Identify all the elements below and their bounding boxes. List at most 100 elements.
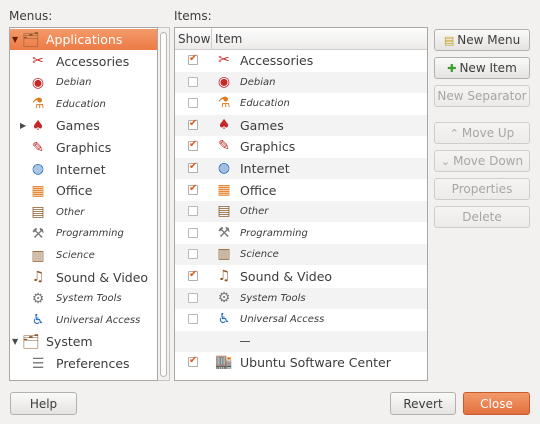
menu-tree-item-label: Sound & Video (56, 269, 149, 285)
item-label: Science (240, 249, 279, 261)
menu-tree-item-label: Universal Access (56, 314, 141, 326)
sound-video-icon: ♫ (31, 269, 45, 286)
separator-row[interactable] (175, 330, 427, 352)
menus-scrollbar[interactable] (158, 27, 170, 381)
item-label: Graphics (240, 139, 296, 155)
menu-tree-item-label: Accessories (56, 53, 130, 69)
move-up-label: Move Up (461, 126, 515, 140)
move-down-button[interactable]: ⌄ Move Down (434, 150, 530, 172)
item-row-graphics[interactable]: ✎ Graphics (175, 136, 427, 157)
show-checkbox[interactable] (188, 206, 198, 217)
menu-tree-item-games[interactable]: ▶ ♠ Games (10, 115, 157, 136)
item-row-other[interactable]: ▤ Other (175, 201, 427, 223)
show-checkbox[interactable] (188, 314, 198, 325)
show-checkbox[interactable] (188, 269, 198, 281)
item-label: Universal Access (240, 314, 325, 326)
menu-tree-item-label: Graphics (56, 140, 112, 155)
item-label: Internet (240, 161, 290, 176)
item-row-debian[interactable]: ◉ Debian (175, 71, 427, 93)
menu-tree-item-debian[interactable]: ◉ Debian (10, 72, 157, 93)
menu-tree-item-graphics[interactable]: ✎ Graphics (10, 137, 157, 158)
item-row-universal-access[interactable]: ♿ Universal Access (175, 309, 427, 330)
show-checkbox[interactable] (188, 249, 198, 260)
office-icon: ▦ (217, 181, 231, 198)
item-row-office[interactable]: ▦ Office (175, 180, 427, 201)
items-label: Items: (174, 9, 212, 23)
new-menu-icon: ▤ (443, 33, 455, 47)
item-row-system-tools[interactable]: ⚙ System Tools (175, 287, 427, 309)
collapse-arrow-icon[interactable]: ▼ (12, 337, 20, 346)
menu-tree-item-system[interactable]: ▼ 🗂 System (10, 331, 157, 352)
universal-access-icon: ♿ (31, 312, 45, 329)
science-icon: ▥ (217, 246, 231, 263)
menu-tree-item-other[interactable]: ▤ Other (10, 202, 157, 223)
show-checkbox[interactable] (188, 118, 198, 130)
show-checkbox[interactable] (188, 76, 198, 87)
show-checkbox[interactable] (188, 227, 198, 238)
menu-tree-item-preferences[interactable]: ☰ Preferences (10, 353, 157, 374)
menu-tree-item-programming[interactable]: ⚒ Programming (10, 223, 157, 244)
move-up-button[interactable]: ⌃ Move Up (434, 122, 530, 144)
separator-line (240, 340, 250, 342)
show-checkbox[interactable] (188, 292, 198, 303)
item-row-education[interactable]: ⚗ Education (175, 93, 427, 114)
item-row-programming[interactable]: ⚒ Programming (175, 223, 427, 244)
item-label: Programming (240, 227, 308, 239)
item-row-games[interactable]: ♠ Games (175, 114, 427, 136)
menu-tree-item-universal-access[interactable]: ♿ Universal Access (10, 310, 157, 331)
item-row-science[interactable]: ▥ Science (175, 244, 427, 266)
item-label: Sound & Video (240, 269, 333, 284)
show-checkbox[interactable] (188, 98, 198, 109)
menu-tree-item-label: Education (56, 98, 106, 110)
show-checkbox[interactable] (188, 139, 198, 152)
item-row-accessories[interactable]: ✂ Accessories (175, 50, 427, 71)
menu-tree-item-office[interactable]: ▦ Office (10, 180, 157, 201)
office-icon: ▦ (31, 182, 45, 199)
menu-tree-item-label: Debian (56, 77, 92, 89)
menus-tree[interactable]: ▼ 🗂 Applications ✂ Accessories ◉ Debian ⚗ Educat… (9, 27, 158, 381)
delete-button[interactable]: Delete (434, 206, 530, 228)
properties-button[interactable]: Properties (434, 178, 530, 200)
debian-icon: ◉ (31, 74, 45, 91)
menu-tree-item-label: Programming (56, 228, 124, 240)
accessories-icon: ✂ (218, 52, 230, 68)
items-list[interactable]: Show Item ✂ Accessories ◉ Debian ⚗ Education ♠… (174, 27, 428, 381)
new-separator-button[interactable]: New Separator (434, 85, 530, 107)
item-column-header[interactable]: Item (212, 28, 427, 50)
menu-tree-item-science[interactable]: ▥ Science (10, 245, 157, 266)
menus-scrollbar-thumb[interactable] (160, 32, 167, 377)
sound-video-icon: ♫ (217, 268, 231, 284)
item-row-ubuntu-software-center[interactable]: 🏬 Ubuntu Software Center (175, 352, 427, 373)
up-arrow-icon: ⌃ (449, 126, 459, 140)
item-row-internet[interactable]: ◍ Internet (175, 158, 427, 179)
move-down-label: Move Down (453, 154, 524, 168)
menu-tree-item-internet[interactable]: ◍ Internet (10, 159, 157, 180)
revert-button[interactable]: Revert (390, 392, 456, 415)
menu-tree-item-education[interactable]: ⚗ Education (10, 94, 157, 115)
menu-tree-item-accessories[interactable]: ✂ Accessories (10, 51, 157, 72)
system-tools-icon: ⚙ (31, 290, 45, 307)
show-checkbox[interactable] (188, 183, 198, 195)
item-label: Accessories (240, 53, 314, 68)
item-label: Ubuntu Software Center (240, 355, 391, 371)
other-icon: ▤ (31, 204, 45, 221)
collapse-arrow-icon[interactable]: ▼ (12, 35, 20, 44)
close-button[interactable]: Close (463, 392, 530, 415)
menu-tree-item-sound-and-video[interactable]: ♫ Sound & Video (10, 267, 157, 288)
item-label: System Tools (240, 292, 306, 304)
expand-arrow-icon[interactable]: ▶ (20, 121, 28, 130)
item-label: Education (240, 98, 290, 110)
new-menu-button[interactable]: ▤ New Menu (434, 29, 530, 51)
show-checkbox[interactable] (188, 53, 198, 65)
menu-tree-item-system-tools[interactable]: ⚙ System Tools (10, 288, 157, 309)
help-button[interactable]: Help (10, 392, 77, 415)
menu-tree-item-label: Internet (56, 161, 106, 177)
show-checkbox[interactable] (188, 161, 198, 173)
item-label: Other (240, 206, 269, 218)
menu-tree-item-applications[interactable]: ▼ 🗂 Applications (10, 29, 157, 50)
menu-tree-item-label: System (46, 334, 93, 350)
show-checkbox[interactable] (188, 355, 198, 368)
item-row-sound-and-video[interactable]: ♫ Sound & Video (175, 266, 427, 287)
show-column-header[interactable]: Show (175, 28, 212, 50)
new-item-button[interactable]: ✚ New Item (434, 57, 530, 79)
